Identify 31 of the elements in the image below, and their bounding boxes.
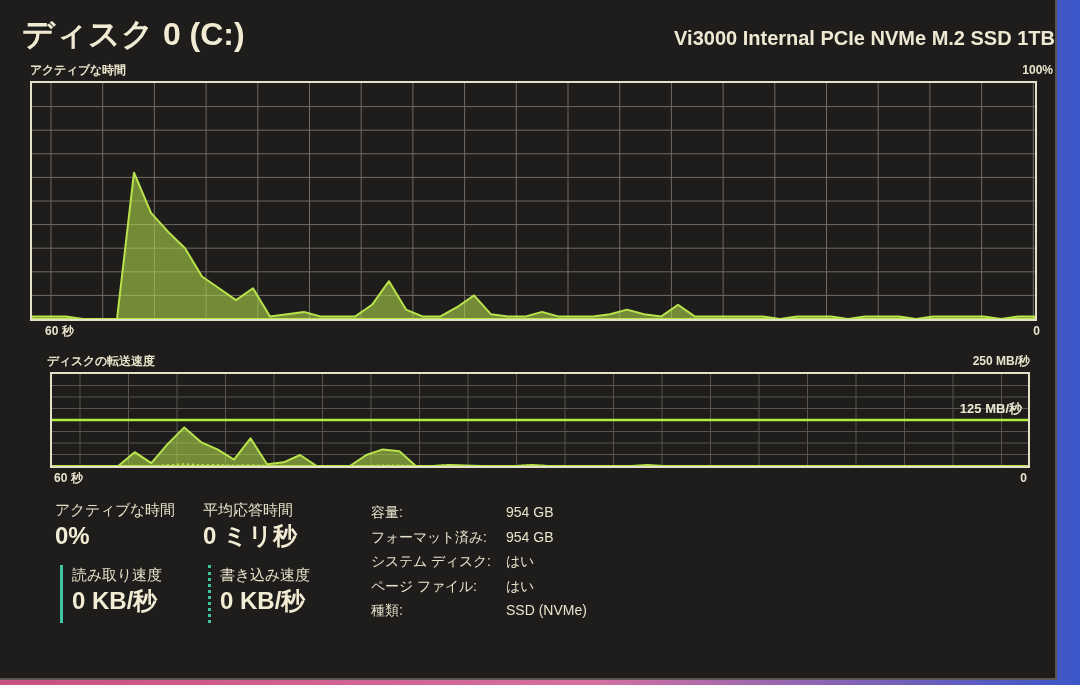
scale-max-label: 250 MB/秒: [972, 353, 1030, 369]
stat-label: 平均応答時間: [203, 500, 294, 520]
scale-min-label: 0: [1020, 470, 1027, 486]
stat-label: 書き込み速度: [220, 565, 310, 586]
property-label: ページ ファイル:: [371, 576, 478, 596]
property-value: 954 GB: [506, 527, 555, 547]
dotted-line-icon: [208, 565, 211, 623]
scale-line-label: 125 MB/秒: [959, 401, 1022, 417]
disk-model-name: Vi3000 Internal PCIe NVMe M.2 SSD 1TB: [674, 26, 1055, 51]
property-label: 容量:: [371, 503, 404, 522]
graph-title: ディスクの転送速度: [47, 353, 155, 369]
stat-value: 0%: [55, 521, 91, 551]
property-value: はい: [506, 576, 535, 596]
property-value: SSD (NVMe): [506, 601, 587, 620]
scale-max-label: 100%: [1022, 62, 1053, 78]
property-label: 種類:: [371, 601, 404, 620]
stat-value: 0 ミリ秒: [203, 521, 297, 551]
solid-line-icon: [60, 565, 63, 623]
property-value: はい: [506, 552, 535, 571]
time-span-label: 60 秒: [45, 323, 74, 339]
stat-value: 0 KB/秒: [220, 586, 307, 617]
disk-title: ディスク 0 (C:): [22, 15, 245, 54]
property-label: システム ディスク:: [371, 552, 492, 571]
property-label: フォーマット済み:: [371, 527, 488, 547]
stat-label: アクティブな時間: [55, 500, 175, 520]
graph-title: アクティブな時間: [30, 62, 126, 78]
time-span-label: 60 秒: [54, 470, 83, 486]
property-value: 954 GB: [506, 503, 555, 522]
stat-label: 読み取り速度: [72, 565, 162, 586]
stat-value: 0 KB/秒: [72, 586, 159, 617]
scale-min-label: 0: [1033, 323, 1040, 339]
